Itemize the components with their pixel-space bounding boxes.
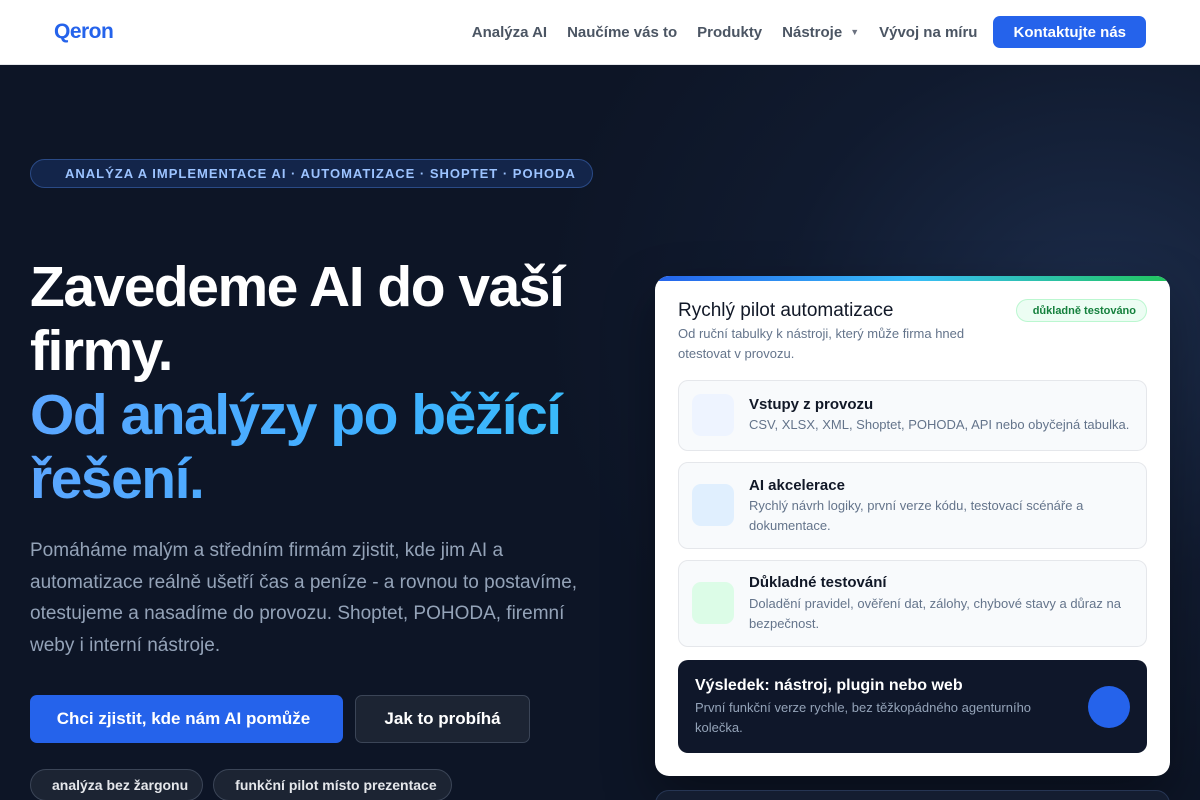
bolt-icon [692, 484, 734, 526]
card-subtitle: Od ruční tabulky k nástroji, který může … [678, 326, 965, 361]
chip-working-pilot: funkční pilot místo prezentace [213, 769, 452, 800]
pilot-card: Rychlý pilot automatizace Od ruční tabul… [655, 276, 1170, 776]
nav-link-tools-dropdown[interactable]: Nástroje ▼ [782, 24, 859, 41]
tested-badge: důkladně testováno [1015, 299, 1147, 322]
chip-label: funkční pilot místo prezentace [235, 777, 437, 793]
step-title: Důkladné testování [749, 574, 887, 591]
step-title: Vstupy z provozu [749, 396, 874, 413]
logo[interactable]: Qeron [54, 20, 114, 44]
top-navigation: Qeron Analýza AI Naučíme vás to Produkty… [0, 0, 1200, 65]
tested-badge-label: důkladně testováno [1032, 304, 1136, 317]
chip-label: analýza bez žargonu [52, 777, 189, 793]
result-desc: První funkční verze rychle, bez těžkopád… [695, 700, 1032, 735]
nav-link-products[interactable]: Produkty [697, 24, 762, 41]
step-desc: CSV, XLSX, XML, Shoptet, POHODA, API neb… [749, 417, 1130, 432]
hero-section: ANALÝZA A IMPLEMENTACE AI · AUTOMATIZACE… [0, 65, 1200, 800]
step-desc: Doladění pravidel, ověření dat, zálohy, … [749, 596, 1121, 631]
hero-lead: Pomáháme malým a středním firmám zjistit… [30, 540, 578, 656]
card-title: Rychlý pilot automatizace [678, 300, 894, 321]
result-panel: Výsledek: nástroj, plugin nebo web První… [678, 660, 1147, 753]
step-desc: Rychlý návrh logiky, první verze kódu, t… [749, 498, 1084, 533]
hero-headline: Zavedeme AI do vaší firmy. Od analýzy po… [30, 255, 610, 511]
step-title: AI akcelerace [749, 477, 845, 494]
nav-links: Analýza AI Naučíme vás to Produkty Nástr… [472, 16, 1146, 48]
rocket-icon[interactable] [1088, 686, 1130, 728]
secondary-card-peek [655, 790, 1170, 800]
shield-icon [692, 582, 734, 624]
eyebrow-text: ANALÝZA A IMPLEMENTACE AI · AUTOMATIZACE… [65, 166, 576, 181]
nav-link-training[interactable]: Naučíme vás to [567, 24, 677, 41]
step-inputs: Vstupy z provozu CSV, XLSX, XML, Shoptet… [678, 380, 1147, 451]
step-ai-acceleration: AI akcelerace Rychlý návrh logiky, první… [678, 462, 1147, 549]
step-testing: Důkladné testování Doladění pravidel, ov… [678, 560, 1147, 647]
find-out-button-label: Chci zjistit, kde nám AI pomůže [56, 709, 311, 728]
card-accent-bar [655, 276, 1170, 281]
result-title: Výsledek: nástroj, plugin nebo web [695, 677, 963, 694]
nav-link-custom-dev[interactable]: Vývoj na míru [879, 24, 977, 41]
nav-link-tools-label: Nástroje [782, 23, 843, 41]
caret-down-icon: ▼ [850, 27, 860, 37]
database-icon [692, 394, 734, 436]
contact-button[interactable]: Kontaktujte nás [993, 16, 1146, 48]
headline-blue: Od analýzy po běžící řešení. [30, 383, 610, 511]
eyebrow-badge: ANALÝZA A IMPLEMENTACE AI · AUTOMATIZACE… [30, 159, 593, 188]
how-it-works-button[interactable]: Jak to probíhá [355, 695, 530, 743]
nav-link-ai-analysis[interactable]: Analýza AI [472, 24, 547, 41]
feature-chips: analýza bez žargonu funkční pilot místo … [30, 769, 462, 800]
chip-no-jargon: analýza bez žargonu [30, 769, 204, 800]
headline-white: Zavedeme AI do vaší firmy. [30, 255, 565, 383]
find-out-button[interactable]: Chci zjistit, kde nám AI pomůže [30, 695, 343, 743]
